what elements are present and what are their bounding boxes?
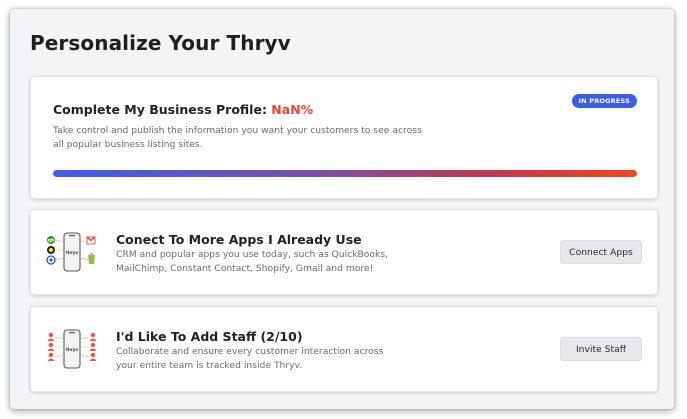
business-profile-percent: NaN% — [271, 102, 314, 117]
svg-text:thryv: thryv — [66, 250, 78, 255]
apps-integration-icon: thryv qb — [46, 232, 96, 272]
add-staff-description: Collaborate and ensure every customer in… — [116, 346, 384, 371]
connect-apps-button[interactable]: Connect Apps — [560, 240, 642, 264]
connect-apps-description: CRM and popular apps you use today, such… — [116, 249, 389, 274]
business-profile-title-text: Complete My Business Profile: — [53, 102, 272, 117]
status-badge: IN PROGRESS — [571, 94, 637, 108]
add-staff-title: I'd Like To Add Staff (2/10) — [116, 329, 303, 344]
business-profile-title: Complete My Business Profile: NaN% — [53, 102, 313, 117]
business-profile-card: Complete My Business Profile: NaN% IN PR… — [30, 76, 658, 199]
invite-staff-button[interactable]: Invite Staff — [560, 337, 642, 361]
svg-text:thryv: thryv — [66, 347, 78, 352]
svg-text:qb: qb — [48, 238, 55, 244]
profile-progress-fill — [53, 170, 637, 177]
add-staff-card: thryv I'd Like To Add Staff (2/10) Colla… — [30, 306, 658, 392]
connect-apps-card: thryv qb Conect To More Apps I Already U… — [30, 209, 658, 295]
page-title: Personalize Your Thryv — [30, 31, 291, 55]
profile-progress-bar — [53, 170, 637, 177]
connect-apps-title: Conect To More Apps I Already Use — [116, 232, 362, 247]
business-profile-description: Take control and publish the information… — [53, 125, 422, 150]
staff-team-icon: thryv — [47, 329, 97, 369]
personalize-panel: Personalize Your Thryv Complete My Busin… — [10, 9, 674, 409]
